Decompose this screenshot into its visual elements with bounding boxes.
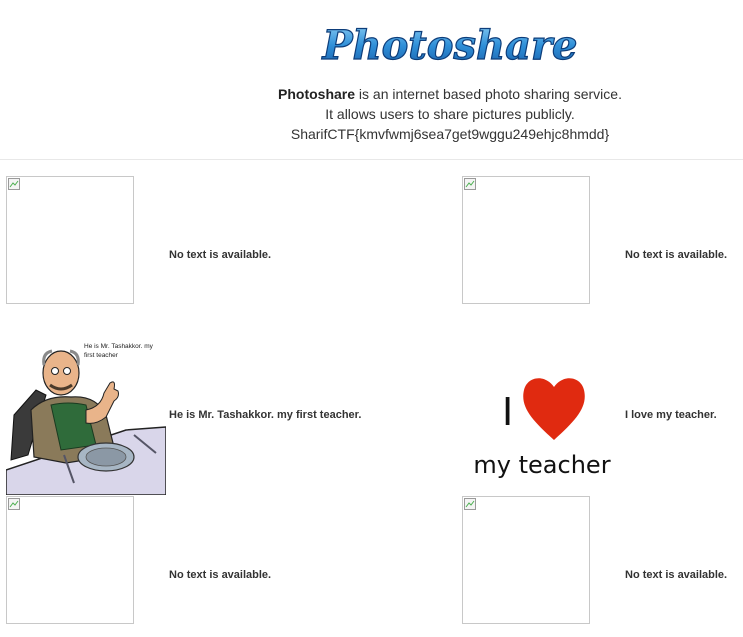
heart-icon (523, 378, 585, 440)
teacher-bubble-line2: first teacher (84, 352, 119, 359)
photo-1-caption: No text is available. (169, 249, 272, 261)
photo-5-caption: No text is available. (169, 569, 272, 581)
photo-3-teacher-image[interactable]: He is Mr. Tashakkor. my first teacher (6, 335, 166, 495)
photo-5-broken-image[interactable] (6, 496, 134, 624)
teacher-bubble-line1: He is Mr. Tashakkor. my (84, 343, 154, 350)
photo-6-broken-image[interactable] (462, 496, 590, 624)
page-header: Photoshare Photoshare is an internet bas… (0, 0, 743, 160)
intro-text: Photoshare is an internet based photo sh… (260, 84, 640, 144)
heart-image-caption: my teacher (473, 451, 610, 479)
broken-image-icon (8, 498, 20, 510)
photo-2-broken-image[interactable] (462, 176, 590, 304)
logo-text: Photoshare (321, 22, 577, 69)
intro-line2: It allows users to share pictures public… (325, 106, 575, 122)
broken-image-icon (464, 178, 476, 190)
heart-image-letter: I (502, 390, 513, 434)
photo-1-broken-image[interactable] (6, 176, 134, 304)
photoshare-logo: Photoshare (321, 21, 578, 69)
intro-line1: is an internet based photo sharing servi… (355, 86, 622, 102)
photo-4-heart-image[interactable]: I my teacher (462, 335, 622, 495)
broken-image-icon (8, 178, 20, 190)
photo-6-caption: No text is available. (625, 569, 728, 581)
intro-brand: Photoshare (278, 86, 356, 102)
intro-flag: SharifCTF{kmvfwmj6sea7get9wggu249ehjc8hm… (290, 126, 610, 142)
photo-3-caption: He is Mr. Tashakkor. my first teacher. (169, 409, 362, 421)
photo-4-caption: I love my teacher. (625, 409, 717, 421)
photo-2-caption: No text is available. (625, 249, 728, 261)
broken-image-icon (464, 498, 476, 510)
